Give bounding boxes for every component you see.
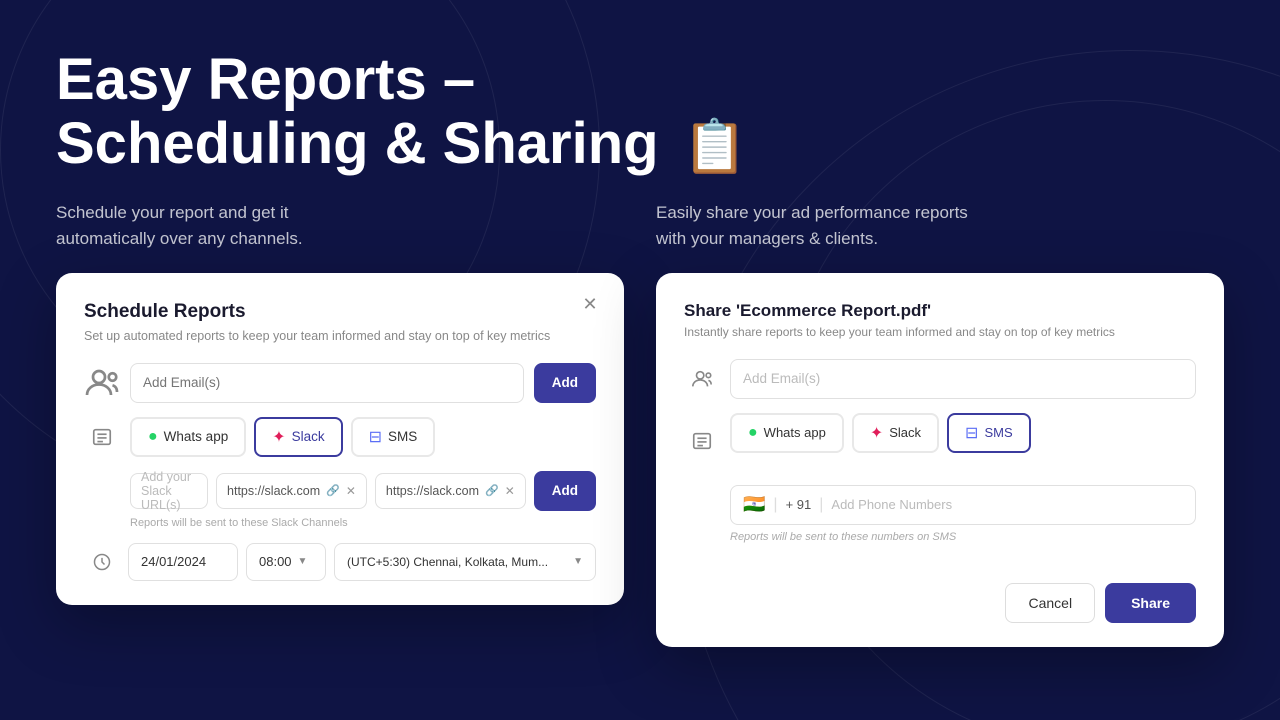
sms-icon: ⊟: [369, 427, 382, 447]
share-sms-icon: ⊟: [965, 423, 978, 443]
slack-url-2-text: https://slack.com: [386, 484, 479, 498]
sms-hint: Reports will be sent to these numbers on…: [730, 531, 1196, 543]
timezone-value: (UTC+5:30) Chennai, Kolkata, Mum...: [347, 555, 548, 569]
email-input[interactable]: [143, 375, 511, 390]
person-share-icon: [84, 365, 120, 401]
whatsapp-tab[interactable]: ● Whats app: [130, 417, 246, 457]
hero-title: Easy Reports – Scheduling & Sharing 📋: [56, 48, 1224, 176]
left-subtitle: Schedule your report and get it automati…: [56, 200, 624, 253]
slack-urls-row: Add your Slack URL(s) https://slack.com …: [130, 471, 596, 511]
share-whatsapp-icon: ●: [748, 424, 758, 442]
share-email-placeholder: Add Email(s): [743, 371, 820, 386]
schedule-card-title: Schedule Reports: [84, 301, 596, 323]
channel-tabs: ● Whats app ✦ Slack ⊟ SMS: [130, 417, 435, 457]
share-channel-row: ● Whats app ✦ Slack ⊟ SMS: [684, 413, 1196, 469]
share-button[interactable]: Share: [1105, 583, 1196, 623]
phone-input-wrap[interactable]: 🇮🇳 | + 91 | Add Phone Numbers: [730, 485, 1196, 525]
date-time-row: 24/01/2024 08:00 ▼ (UTC+5:30) Chennai, K…: [84, 543, 596, 581]
whatsapp-icon: ●: [148, 428, 158, 446]
share-whatsapp-label: Whats app: [764, 425, 826, 440]
add-email-button[interactable]: Add: [534, 363, 596, 403]
slack-tab[interactable]: ✦ Slack: [254, 417, 342, 457]
share-channel-tabs: ● Whats app ✦ Slack ⊟ SMS: [730, 413, 1031, 453]
country-code: + 91: [786, 497, 812, 512]
share-person-icon: [684, 361, 720, 397]
remove-url-2-button[interactable]: ✕: [505, 484, 515, 498]
phone-divider: |: [773, 496, 777, 514]
flag-emoji: 🇮🇳: [743, 494, 765, 515]
email-input-wrap[interactable]: [130, 363, 524, 403]
slack-icon: ✦: [272, 427, 285, 447]
timezone-input[interactable]: (UTC+5:30) Chennai, Kolkata, Mum... ▼: [334, 543, 596, 581]
time-chevron-icon: ▼: [298, 556, 308, 567]
time-input[interactable]: 08:00 ▼: [246, 543, 326, 581]
clock-icon: [84, 544, 120, 580]
share-slack-label: Slack: [889, 425, 921, 440]
slack-hint: Reports will be sent to these Slack Chan…: [130, 517, 596, 529]
close-button[interactable]: ✕: [576, 291, 604, 319]
link-icon-2: 🔗: [485, 484, 499, 497]
share-card-subtitle: Instantly share reports to keep your tea…: [684, 325, 1196, 339]
link-icon-1: 🔗: [326, 484, 340, 497]
share-email-input-wrap[interactable]: Add Email(s): [730, 359, 1196, 399]
channel-row: ● Whats app ✦ Slack ⊟ SMS: [84, 417, 596, 457]
add-slack-url-button[interactable]: Add: [534, 471, 596, 511]
share-email-row: Add Email(s): [684, 359, 1196, 399]
sms-tab-label: SMS: [388, 429, 417, 444]
slack-url-2[interactable]: https://slack.com 🔗 ✕: [375, 473, 526, 509]
right-subtitle: Easily share your ad performance reports…: [656, 200, 1224, 253]
date-input[interactable]: 24/01/2024: [128, 543, 238, 581]
slack-url-input-placeholder: Add your Slack URL(s): [141, 470, 197, 512]
slack-url-placeholder[interactable]: Add your Slack URL(s): [130, 473, 208, 509]
clipboard-emoji: 📋: [683, 119, 748, 176]
share-actions: Cancel Share: [684, 583, 1196, 623]
phone-divider-2: |: [819, 496, 823, 514]
share-reports-card: Share 'Ecommerce Report.pdf' Instantly s…: [656, 273, 1224, 647]
title-line2: Scheduling & Sharing: [56, 111, 659, 176]
date-value: 24/01/2024: [141, 554, 206, 569]
share-slack-tab[interactable]: ✦ Slack: [852, 413, 939, 453]
sms-tab[interactable]: ⊟ SMS: [351, 417, 436, 457]
list-icon: [84, 419, 120, 455]
schedule-card-subtitle: Set up automated reports to keep your te…: [84, 329, 596, 343]
cancel-button[interactable]: Cancel: [1005, 583, 1095, 623]
title-line1: Easy Reports –: [56, 47, 475, 112]
timezone-chevron-icon: ▼: [573, 556, 583, 567]
slack-tab-label: Slack: [292, 429, 325, 444]
email-row: Add: [84, 363, 596, 403]
phone-row: 🇮🇳 | + 91 | Add Phone Numbers: [730, 485, 1196, 525]
share-sms-label: SMS: [984, 425, 1012, 440]
remove-url-1-button[interactable]: ✕: [346, 484, 356, 498]
share-sms-tab[interactable]: ⊟ SMS: [947, 413, 1031, 453]
share-list-icon: [684, 423, 720, 459]
share-whatsapp-tab[interactable]: ● Whats app: [730, 413, 844, 453]
slack-url-1[interactable]: https://slack.com 🔗 ✕: [216, 473, 367, 509]
slack-url-1-text: https://slack.com: [227, 484, 320, 498]
schedule-reports-card: ✕ Schedule Reports Set up automated repo…: [56, 273, 624, 605]
share-slack-icon: ✦: [870, 423, 883, 443]
phone-placeholder: Add Phone Numbers: [831, 497, 952, 512]
whatsapp-tab-label: Whats app: [164, 429, 229, 444]
time-value: 08:00: [259, 554, 292, 569]
share-card-title: Share 'Ecommerce Report.pdf': [684, 301, 1196, 321]
